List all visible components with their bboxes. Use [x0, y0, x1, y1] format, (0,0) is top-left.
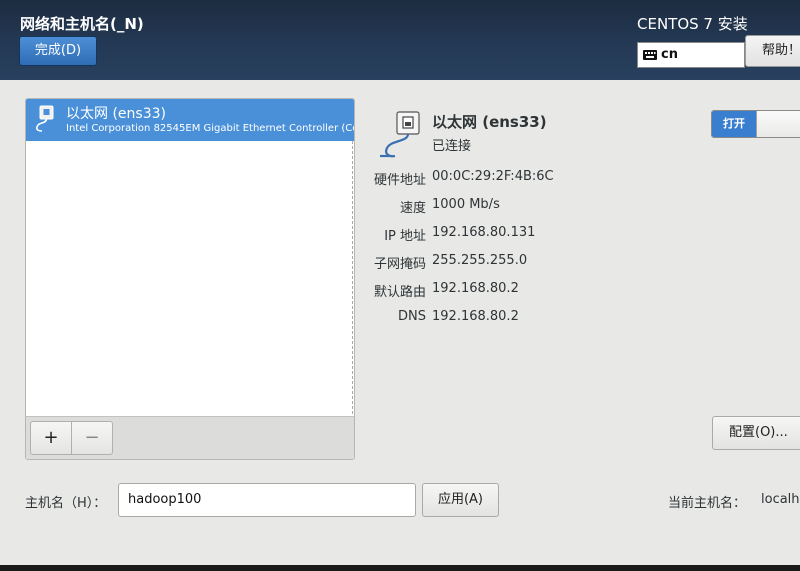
device-list-item[interactable]: 以太网 (ens33) Intel Corporation 82545EM Gi… — [26, 99, 354, 141]
device-description: Intel Corporation 82545EM Gigabit Ethern… — [66, 123, 354, 134]
ip-address-label: IP 地址 — [384, 229, 426, 244]
device-list-toolbar: + − — [26, 416, 354, 459]
device-name: 以太网 (ens33) — [66, 106, 166, 122]
current-hostname-label: 当前主机名： — [668, 496, 747, 511]
hardware-address-label: 硬件地址 — [373, 173, 426, 188]
network-wired-icon — [36, 105, 54, 132]
configure-button[interactable]: 配置(O)... — [712, 416, 800, 450]
default-route-label: 默认路由 — [373, 285, 426, 300]
device-list: 以太网 (ens33) Intel Corporation 82545EM Gi… — [25, 98, 355, 460]
dns-label: DNS — [398, 309, 426, 324]
subnet-mask-value: 255.255.255.0 — [432, 253, 528, 268]
apply-button[interactable]: 应用(A) — [422, 483, 499, 517]
speed-value: 1000 Mb/s — [432, 197, 500, 212]
toggle-knob[interactable] — [756, 111, 800, 137]
default-route-value: 192.168.80.2 — [432, 281, 519, 296]
hostname-label: 主机名（H）： — [25, 496, 107, 511]
product-title: CENTOS 7 安装 — [637, 15, 748, 33]
hardware-address-value: 00:0C:29:2F:4B:6C — [432, 169, 554, 184]
done-button[interactable]: 完成(D) — [19, 36, 97, 66]
keyboard-icon — [643, 50, 657, 60]
network-wired-icon — [380, 111, 420, 158]
keyboard-layout-indicator[interactable]: cn — [637, 42, 745, 68]
network-hostname-spoke: 以太网 (ens33) Intel Corporation 82545EM Gi… — [0, 80, 800, 565]
page-title: 网络和主机名(_N) — [20, 15, 144, 33]
subnet-mask-label: 子网掩码 — [373, 257, 426, 272]
toggle-on-label: 打开 — [712, 111, 756, 137]
current-hostname-value: localho — [761, 492, 800, 507]
connection-status: 已连接 — [432, 139, 472, 154]
remove-device-button[interactable]: − — [71, 421, 113, 455]
connection-toggle[interactable]: 打开 — [711, 110, 800, 138]
device-title: 以太网 (ens33) — [432, 113, 547, 131]
top-bar: 网络和主机名(_N) 完成(D) CENTOS 7 安装 cn 帮助！ — [0, 0, 800, 80]
speed-label: 速度 — [399, 201, 426, 216]
keyboard-layout-label: cn — [661, 47, 678, 62]
ip-address-value: 192.168.80.131 — [432, 225, 536, 240]
add-device-button[interactable]: + — [30, 421, 72, 455]
dns-value: 192.168.80.2 — [432, 309, 519, 324]
help-button[interactable]: 帮助！ — [745, 35, 800, 67]
hostname-input[interactable]: hadoop100 — [118, 483, 416, 517]
